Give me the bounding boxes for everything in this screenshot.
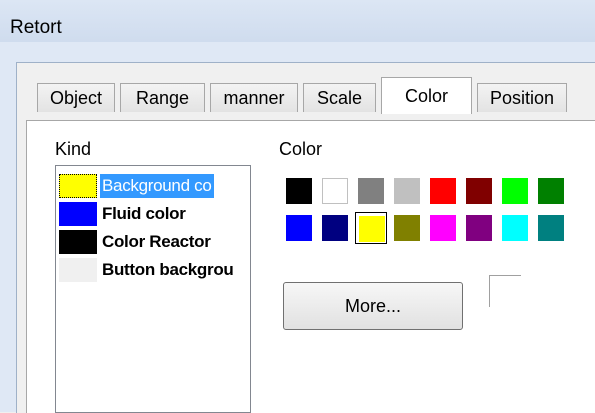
swatch-fill [502, 178, 528, 204]
list-item-label: Color Reactor [102, 232, 211, 251]
swatch-fill [466, 178, 492, 204]
window-title: Retort [10, 17, 62, 38]
swatch-fill [358, 178, 384, 204]
tab-manner[interactable]: manner [210, 83, 298, 112]
palette-swatch[interactable] [391, 175, 423, 207]
palette-swatch[interactable] [283, 175, 315, 207]
swatch-fill [430, 215, 456, 241]
swatch-fill [286, 215, 312, 241]
palette-swatch[interactable] [283, 212, 315, 244]
palette-swatch[interactable] [463, 212, 495, 244]
list-item-fluid-color[interactable]: Fluid color [56, 200, 250, 227]
palette-swatch[interactable] [391, 212, 423, 244]
color-preview [489, 275, 521, 307]
swatch-fill [322, 215, 348, 241]
list-item-button-background[interactable]: Button backgrou [56, 256, 250, 283]
palette-swatch[interactable] [535, 175, 567, 207]
swatch-fill [359, 216, 385, 242]
swatch-fill [538, 215, 564, 241]
more-button[interactable]: More... [283, 282, 463, 330]
palette-swatch[interactable] [355, 212, 387, 244]
tab-position[interactable]: Position [477, 83, 567, 112]
tab-scale[interactable]: Scale [303, 83, 376, 112]
palette-swatch[interactable] [427, 212, 459, 244]
palette-swatch[interactable] [427, 175, 459, 207]
color-tab-panel: Kind Background co Fluid color Color Rea… [26, 120, 595, 413]
tab-color[interactable]: Color [381, 77, 472, 114]
kind-listbox[interactable]: Background co Fluid color Color Reactor … [55, 165, 251, 413]
swatch-fill [394, 178, 420, 204]
swatch-fill [322, 178, 348, 204]
list-item-label: Background co [100, 174, 214, 198]
swatch-icon [59, 174, 97, 198]
swatch-fill [286, 178, 312, 204]
swatch-icon [59, 202, 97, 226]
swatch-fill [502, 215, 528, 241]
list-item-label: Button backgrou [102, 260, 234, 279]
swatch-fill [466, 215, 492, 241]
tab-object[interactable]: Object [37, 83, 115, 112]
palette-swatch[interactable] [355, 175, 387, 207]
palette-swatch[interactable] [535, 212, 567, 244]
list-item-background-color[interactable]: Background co [56, 172, 250, 199]
title-bar: Retort [0, 0, 595, 42]
palette-swatch[interactable] [319, 175, 351, 207]
palette-swatch[interactable] [463, 175, 495, 207]
kind-label: Kind [55, 139, 92, 159]
swatch-icon [59, 230, 97, 254]
swatch-icon [59, 258, 97, 282]
palette-swatch[interactable] [499, 212, 531, 244]
swatch-fill [430, 178, 456, 204]
palette-swatch[interactable] [319, 212, 351, 244]
list-item-color-reactor[interactable]: Color Reactor [56, 228, 250, 255]
color-label: Color [279, 139, 323, 159]
list-item-label: Fluid color [102, 204, 186, 223]
tab-range[interactable]: Range [120, 83, 205, 112]
palette-swatch[interactable] [499, 175, 531, 207]
swatch-fill [538, 178, 564, 204]
swatch-fill [394, 215, 420, 241]
